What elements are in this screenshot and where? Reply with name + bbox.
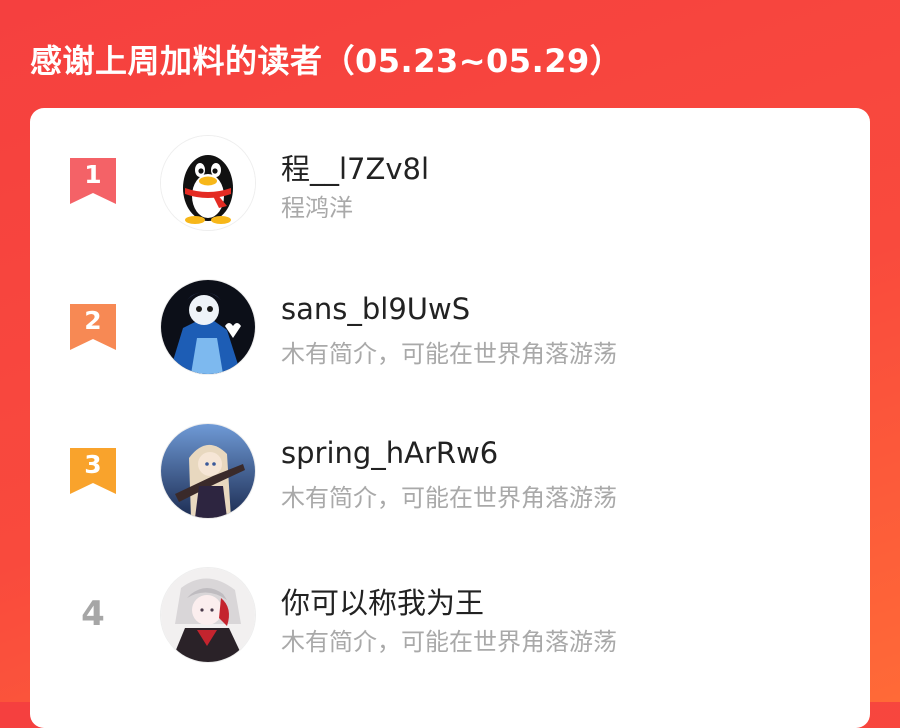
rank-badge-1: 1	[69, 158, 117, 206]
qq-penguin-icon	[161, 136, 255, 230]
rank-number: 4	[81, 594, 105, 634]
reader-bio: 木有简介，可能在世界角落游荡	[281, 628, 617, 656]
avatar[interactable]	[161, 136, 255, 230]
list-item[interactable]: 1 程__l7Zv8l 程鸿洋	[30, 134, 870, 234]
avatar[interactable]	[161, 424, 255, 518]
readers-card: 1 程__l7Zv8l 程鸿洋 2 sans_bl9UwS 木有简介，可能在世界…	[30, 108, 870, 728]
list-item[interactable]: 4 你可以称我为王 木有简介，可能在世界角落游荡	[30, 568, 870, 668]
reader-bio: 木有简介，可能在世界角落游荡	[281, 484, 617, 512]
reader-name: 你可以称我为王	[281, 586, 485, 620]
rank-number: 3	[84, 450, 102, 479]
reader-name: sans_bl9UwS	[281, 292, 471, 326]
rank-number: 2	[84, 306, 102, 335]
reader-bio: 程鸿洋	[281, 194, 353, 222]
list-item[interactable]: 3 spring_hArRw6 木有简介，可能在世界角落游荡	[30, 424, 870, 524]
anime-girl-avatar	[161, 424, 255, 518]
avatar[interactable]	[161, 568, 255, 662]
rank-badge-3: 3	[69, 448, 117, 496]
anime-character-avatar	[161, 280, 255, 374]
rank-number: 1	[84, 160, 102, 189]
avatar[interactable]	[161, 280, 255, 374]
page-title: 感谢上周加料的读者（05.23~05.29）	[30, 42, 623, 80]
reader-name: 程__l7Zv8l	[281, 152, 430, 186]
rank-badge-2: 2	[69, 304, 117, 352]
reader-name: spring_hArRw6	[281, 436, 499, 470]
reader-bio: 木有简介，可能在世界角落游荡	[281, 340, 617, 368]
list-item[interactable]: 2 sans_bl9UwS 木有简介，可能在世界角落游荡	[30, 280, 870, 380]
anime-boy-avatar	[161, 568, 255, 662]
